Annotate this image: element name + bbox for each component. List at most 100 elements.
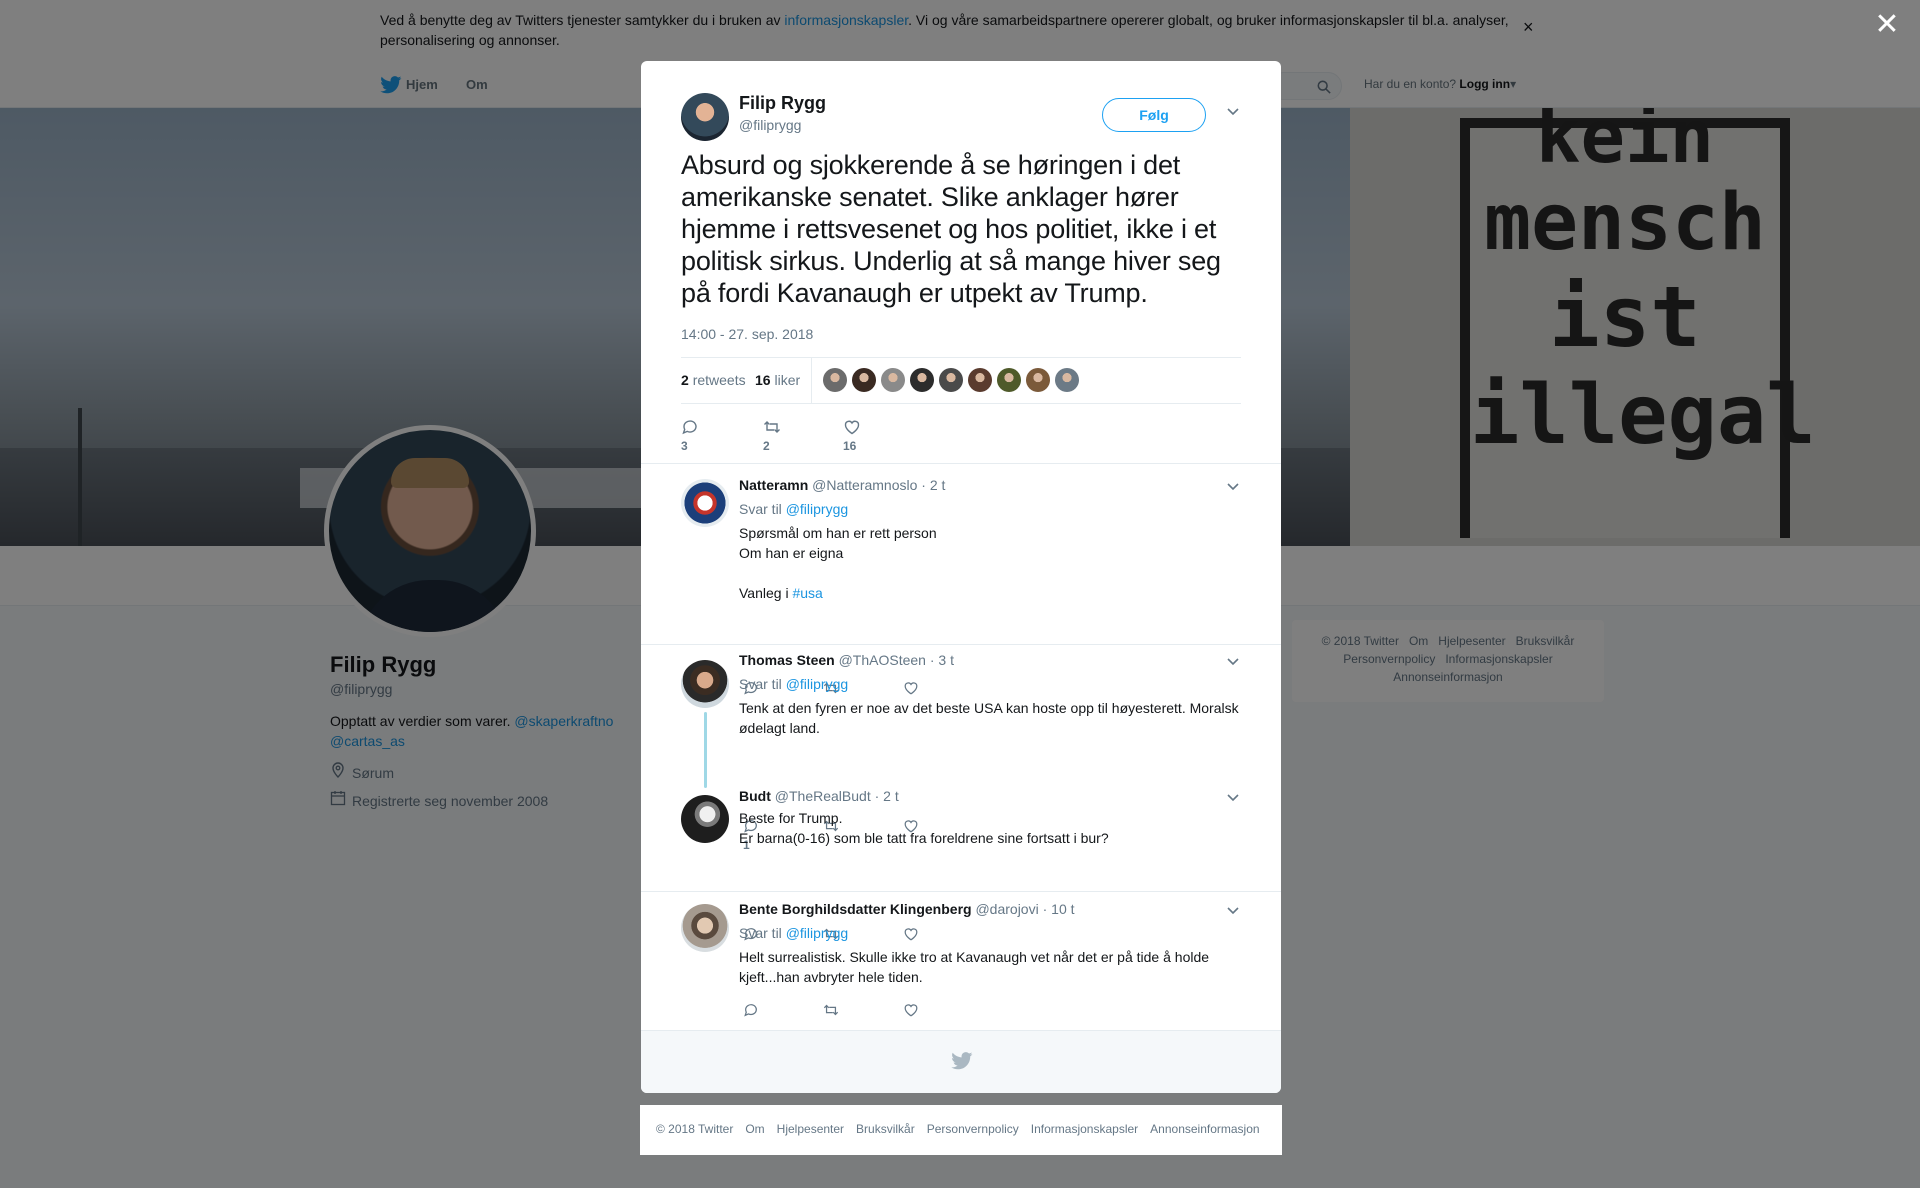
reply-to-mention[interactable]: @filiprygg	[786, 676, 848, 692]
footer-link[interactable]: Annonseinformasjon	[1150, 1122, 1259, 1136]
like-action[interactable]	[903, 923, 927, 943]
reply-action[interactable]: 3	[681, 416, 707, 453]
reply-author-name[interactable]: Bente Borghildsdatter Klingenberg	[739, 901, 972, 917]
reply-to-label: Svar til	[739, 676, 782, 692]
reply-time[interactable]: · 2 t	[875, 788, 899, 804]
divider	[641, 463, 1281, 464]
chevron-down-icon[interactable]	[1226, 108, 1240, 118]
footer-link[interactable]: Bruksvilkår	[856, 1122, 915, 1136]
twitter-bird-icon	[951, 1052, 973, 1070]
heart-icon[interactable]	[903, 680, 919, 696]
like-action[interactable]	[903, 677, 927, 697]
reply-line: Spørsmål om han er rett person	[739, 525, 937, 541]
reply-time[interactable]: · 10 t	[1043, 901, 1075, 917]
tweet-author-name[interactable]: Filip Rygg	[739, 93, 826, 114]
heart-icon[interactable]	[903, 1002, 919, 1018]
liker-avatar[interactable]	[968, 368, 992, 392]
reply-time[interactable]: · 2 t	[921, 477, 945, 493]
like-action-count: 16	[843, 439, 857, 453]
reply-line: Vanleg i #usa	[739, 583, 1244, 603]
reply-line-text: Vanleg i	[739, 585, 793, 601]
retweet-icon[interactable]	[763, 418, 781, 436]
reply-line: Er barna(0-16) som ble tatt fra foreldre…	[739, 830, 1109, 846]
like-count: 16	[755, 372, 771, 388]
heart-icon[interactable]	[903, 926, 919, 942]
footer-link[interactable]: Om	[745, 1122, 764, 1136]
tweet-timestamp: 14:00 - 27. sep. 2018	[681, 326, 814, 342]
reply-to-mention[interactable]: @filiprygg	[786, 925, 848, 941]
tweet-permalink-modal: Filip Rygg @filiprygg Følg Absurd og sjo…	[641, 61, 1281, 1093]
like-action[interactable]	[903, 999, 927, 1019]
reply-author-handle[interactable]: @Natteramnoslo	[812, 477, 917, 493]
thread-line	[704, 712, 707, 788]
reply-header: Natteramn @Natteramnoslo · 2 t	[739, 477, 945, 493]
tweet-stats: 2 retweets 16 liker	[681, 357, 1241, 404]
stats-divider	[811, 358, 812, 403]
reply-author-name[interactable]: Budt	[739, 788, 771, 804]
chevron-down-icon[interactable]	[1226, 483, 1240, 493]
like-stat[interactable]: 16 liker	[755, 372, 800, 388]
reply-text: Tenk at den fyren er noe av det beste US…	[739, 700, 1239, 736]
reply-text: Spørsmål om han er rett person Om han er…	[739, 523, 1244, 603]
liker-avatar[interactable]	[852, 368, 876, 392]
footer-link[interactable]: Personvernpolicy	[927, 1122, 1019, 1136]
reply-line: Beste for Trump.	[739, 810, 843, 826]
heart-icon[interactable]	[843, 418, 861, 436]
retweet-action[interactable]: 2	[763, 416, 789, 453]
liker-avatar[interactable]	[823, 368, 847, 392]
modal-footer	[641, 1030, 1281, 1093]
retweet-label: retweets	[692, 372, 746, 388]
chevron-down-icon[interactable]	[1226, 658, 1240, 668]
reply-avatar[interactable]	[681, 904, 729, 952]
reply-count: 3	[681, 439, 688, 453]
like-label: liker	[774, 372, 801, 388]
reply-author-name[interactable]: Thomas Steen	[739, 652, 835, 668]
retweet-icon[interactable]	[823, 1002, 839, 1018]
reply-text: Beste for Trump. Er barna(0-16) som ble …	[739, 808, 1244, 848]
reply-author-handle[interactable]: @darojovi	[975, 901, 1038, 917]
tweet-text: Absurd og sjokkerende å se høringen i de…	[681, 150, 1221, 308]
chevron-down-icon[interactable]	[1226, 907, 1240, 917]
reply-header: Budt @TheRealBudt · 2 t	[739, 788, 899, 804]
liker-avatar[interactable]	[881, 368, 905, 392]
tweet-author-handle[interactable]: @filiprygg	[739, 117, 801, 133]
reply-author-handle[interactable]: @TheRealBudt	[775, 788, 871, 804]
liker-avatar[interactable]	[939, 368, 963, 392]
liker-avatar[interactable]	[1055, 368, 1079, 392]
retweet-action[interactable]	[823, 999, 847, 1019]
reply-line: Om han er eigna	[739, 545, 844, 561]
chevron-down-icon[interactable]	[1226, 794, 1240, 804]
reply-to: Svar til @filiprygg	[739, 676, 848, 692]
reply-text: Helt surrealistisk. Skulle ikke tro at K…	[739, 949, 1210, 985]
reply-author-name[interactable]: Natteramn	[739, 477, 808, 493]
reply-avatar[interactable]	[681, 479, 729, 527]
reply-time[interactable]: · 3 t	[930, 652, 954, 668]
reply-icon[interactable]	[743, 1002, 759, 1018]
hashtag-link[interactable]: #usa	[792, 585, 822, 601]
footer-link: © 2018 Twitter	[656, 1122, 734, 1136]
reply-icon[interactable]	[681, 418, 699, 436]
liker-avatar[interactable]	[1026, 368, 1050, 392]
reply-to: Svar til @filiprygg	[739, 925, 848, 941]
reply-header: Thomas Steen @ThAOSteen · 3 t	[739, 652, 954, 668]
footer-link[interactable]: Informasjonskapsler	[1031, 1122, 1138, 1136]
reply-header: Bente Borghildsdatter Klingenberg @daroj…	[739, 901, 1075, 917]
reply-author-handle[interactable]: @ThAOSteen	[839, 652, 926, 668]
divider	[641, 644, 1281, 645]
follow-button[interactable]: Følg	[1102, 98, 1206, 132]
close-icon[interactable]: ✕	[1872, 10, 1902, 40]
reply-to-mention[interactable]: @filiprygg	[786, 501, 848, 517]
divider	[641, 891, 1281, 892]
reply-avatar[interactable]	[681, 795, 729, 843]
reply-to-label: Svar til	[739, 501, 782, 517]
page-footer: © 2018 Twitter Om Hjelpesenter Bruksvilkår P…	[640, 1105, 1282, 1155]
like-action[interactable]: 16	[843, 416, 869, 453]
footer-link[interactable]: Hjelpesenter	[777, 1122, 844, 1136]
retweet-count: 2	[681, 372, 689, 388]
retweet-stat[interactable]: 2 retweets	[681, 372, 746, 388]
liker-avatar[interactable]	[910, 368, 934, 392]
reply-action[interactable]	[743, 999, 767, 1019]
reply-avatar[interactable]	[681, 660, 729, 708]
liker-avatar[interactable]	[997, 368, 1021, 392]
tweet-author-avatar[interactable]	[681, 93, 729, 141]
